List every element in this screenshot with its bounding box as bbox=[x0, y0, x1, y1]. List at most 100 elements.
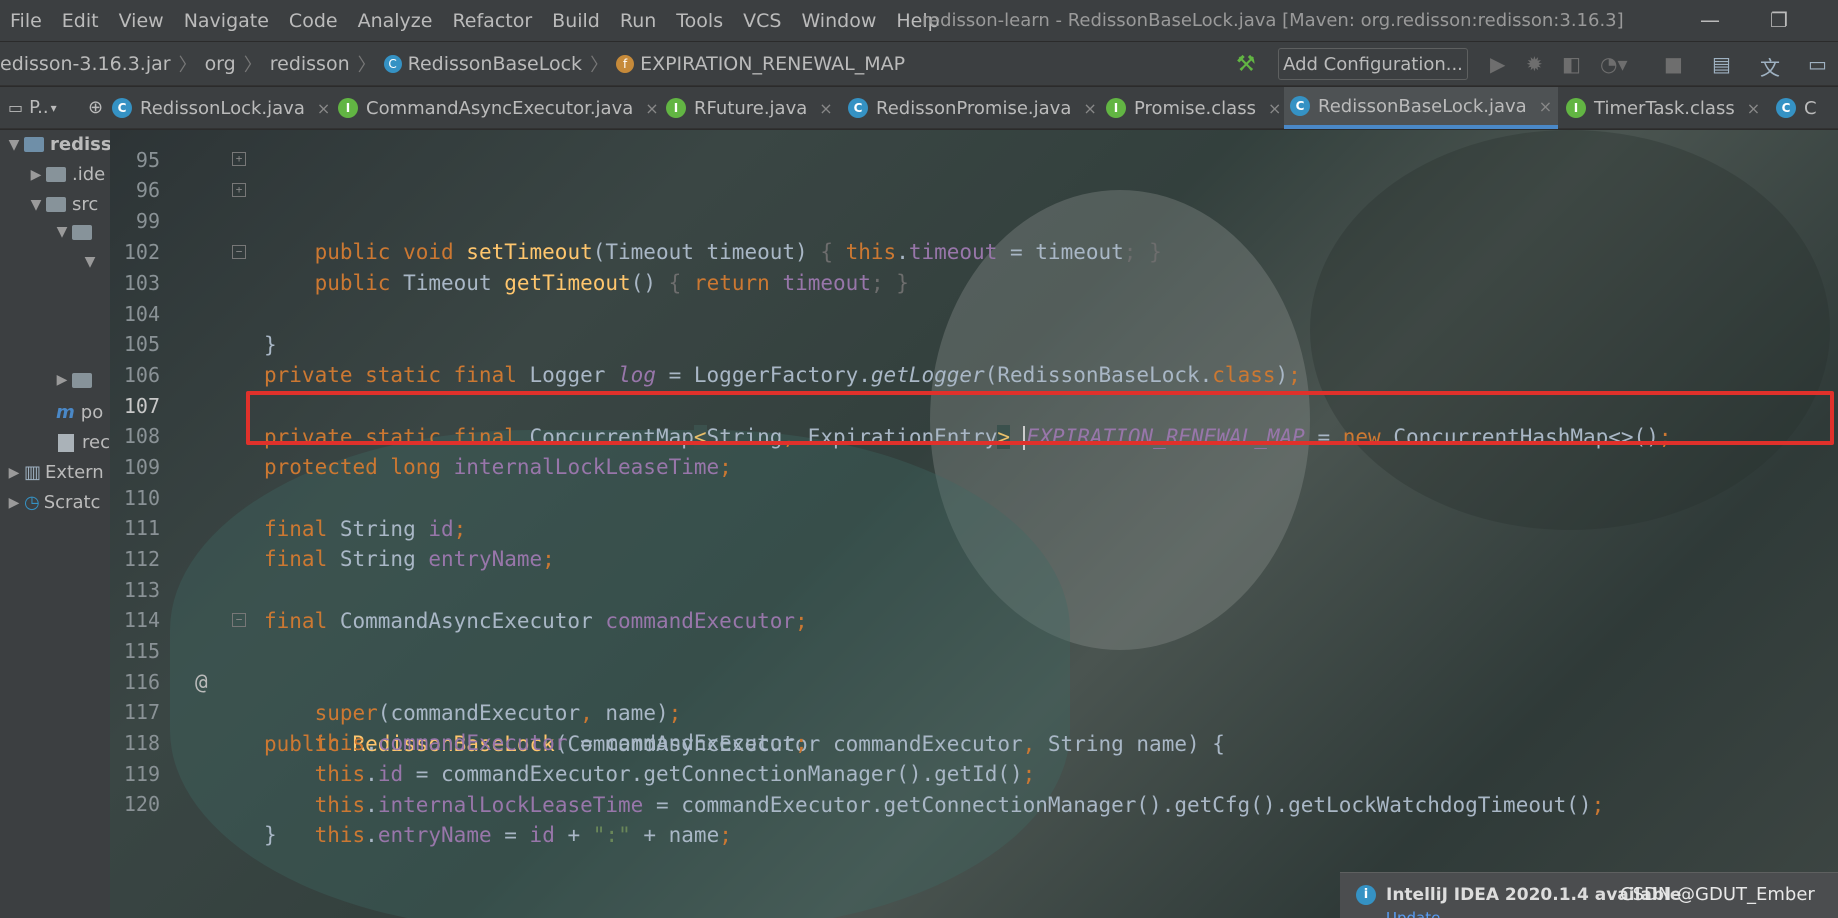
tree-item-pom[interactable]: m po bbox=[56, 402, 103, 423]
code-line[interactable]: 113 final CommandAsyncExecutor commandEx… bbox=[110, 544, 1838, 633]
tree-item-target[interactable]: ▶ bbox=[52, 372, 98, 388]
code-line[interactable]: 107 private static final ConcurrentMap<S… bbox=[110, 360, 1838, 450]
tree-item-src[interactable]: ▼ src bbox=[26, 194, 99, 215]
tree-item-java[interactable]: ▼ bbox=[80, 254, 100, 270]
fold-icon[interactable]: − bbox=[232, 613, 246, 627]
tree-item-rec[interactable]: rec bbox=[58, 432, 110, 453]
restore-icon[interactable]: ❐ bbox=[1770, 8, 1788, 32]
debug-icon[interactable]: ✹ bbox=[1526, 52, 1543, 76]
menu-refactor[interactable]: Refactor bbox=[442, 10, 542, 32]
chevron-right-icon: ▶ bbox=[8, 494, 20, 511]
search-everywhere-icon[interactable]: ▭ bbox=[1808, 52, 1827, 76]
menu-edit[interactable]: Edit bbox=[52, 10, 109, 32]
code-line[interactable]: 116 super(commandExecutor, name); bbox=[110, 636, 1838, 725]
breadcrumb-class[interactable]: C RedissonBaseLock bbox=[383, 52, 583, 75]
code-line[interactable]: 110 final String id; bbox=[110, 452, 1838, 541]
build-hammer-icon[interactable]: ⚒ bbox=[1236, 52, 1256, 77]
tree-item-main[interactable]: ▼ bbox=[52, 224, 98, 240]
code-line[interactable]: 119 this.internalLockLeaseTime = command… bbox=[110, 728, 1838, 817]
tab-timer-task[interactable]: I TimerTask.class × bbox=[1566, 87, 1760, 129]
minimize-icon[interactable]: — bbox=[1700, 8, 1720, 32]
menu-run[interactable]: Run bbox=[610, 10, 666, 32]
project-structure-icon[interactable]: ▤ bbox=[1712, 52, 1731, 76]
close-icon[interactable]: × bbox=[1539, 97, 1552, 116]
tab-promise-class[interactable]: I Promise.class × bbox=[1106, 87, 1281, 129]
code-line[interactable]: 120 this.entryName = id + ":" + name; bbox=[110, 758, 1838, 847]
code-line[interactable]: 106 bbox=[110, 329, 1838, 387]
tree-label: po bbox=[80, 402, 104, 423]
menu-window[interactable]: Window bbox=[791, 10, 886, 32]
code-editor[interactable]: 95 96 + public void setTimeout(Timeout t… bbox=[110, 130, 1838, 918]
chevron-down-icon: ▼ bbox=[8, 136, 20, 153]
folder-icon bbox=[72, 224, 92, 240]
breadcrumb-org[interactable]: org bbox=[205, 53, 236, 75]
close-icon[interactable]: × bbox=[1083, 99, 1096, 118]
breadcrumb-separator: 〉 bbox=[178, 54, 197, 76]
translate-icon[interactable]: 文 bbox=[1760, 52, 1780, 81]
code-line[interactable]: 99 + public Timeout getTimeout() { retur… bbox=[110, 175, 1838, 295]
menu-navigate[interactable]: Navigate bbox=[174, 10, 279, 32]
highlight-annotation-box bbox=[246, 391, 1834, 445]
menu-tools[interactable]: Tools bbox=[666, 10, 733, 32]
coverage-icon[interactable]: ◧ bbox=[1562, 52, 1581, 76]
scratch-icon: ◷ bbox=[24, 492, 40, 513]
menu-analyze[interactable]: Analyze bbox=[348, 10, 443, 32]
close-icon[interactable]: × bbox=[1268, 99, 1281, 118]
update-link[interactable]: Update... bbox=[1386, 909, 1455, 918]
menu-view[interactable]: View bbox=[109, 10, 174, 32]
tab-overflow[interactable]: C C bbox=[1776, 87, 1817, 129]
class-icon: C bbox=[112, 98, 132, 118]
locate-icon[interactable]: ⊕ bbox=[88, 97, 103, 118]
close-icon[interactable]: × bbox=[317, 99, 330, 118]
breadcrumb-field[interactable]: f EXPIRATION_RENEWAL_MAP bbox=[616, 53, 905, 75]
code-line[interactable]: 114 bbox=[110, 574, 1838, 632]
breadcrumb-redisson[interactable]: redisson bbox=[270, 53, 350, 75]
code-line[interactable]: 115 @ − public RedissonBaseLock(CommandA… bbox=[110, 605, 1838, 756]
tab-label: C bbox=[1804, 97, 1817, 119]
code-line[interactable]: 96 + public void setTimeout(Timeout time… bbox=[110, 144, 1838, 264]
breadcrumb-jar[interactable]: edisson-3.16.3.jar bbox=[0, 53, 171, 75]
close-icon[interactable]: × bbox=[819, 99, 832, 118]
breadcrumb-redisson-label: redisson bbox=[269, 52, 350, 75]
code-line[interactable]: 103 − } bbox=[110, 237, 1838, 357]
tab-label: Promise.class bbox=[1134, 97, 1256, 119]
tab-redisson-promise[interactable]: C RedissonPromise.java × bbox=[848, 87, 1097, 129]
code-line[interactable]: } bbox=[110, 789, 1838, 847]
add-configuration-button[interactable]: Add Configuration... bbox=[1278, 48, 1468, 80]
tree-item-idea[interactable]: ▶ .ide bbox=[26, 164, 106, 185]
code-line[interactable]: 112 bbox=[110, 513, 1838, 571]
profiler-icon[interactable]: ◔▾ bbox=[1600, 52, 1628, 76]
tree-item-external-libraries[interactable]: ▶ ▥ Extern bbox=[4, 462, 104, 483]
run-icon[interactable]: ▶ bbox=[1490, 52, 1505, 76]
close-icon[interactable]: × bbox=[645, 99, 658, 118]
menu-build[interactable]: Build bbox=[542, 10, 610, 32]
code-line[interactable]: 104 bbox=[110, 268, 1838, 326]
menu-vcs[interactable]: VCS bbox=[733, 10, 791, 32]
menu-file[interactable]: File bbox=[0, 10, 52, 32]
code-line[interactable]: 111 final String entryName; bbox=[110, 482, 1838, 571]
tab-redisson-base-lock[interactable]: C RedissonBaseLock.java × bbox=[1284, 87, 1559, 129]
tab-redisson-lock[interactable]: C RedissonLock.java × bbox=[112, 87, 330, 129]
fold-icon[interactable]: + bbox=[232, 152, 246, 166]
code-line[interactable]: 102 bbox=[110, 206, 1838, 264]
tab-label: CommandAsyncExecutor.java bbox=[366, 97, 634, 119]
close-icon[interactable]: × bbox=[1747, 99, 1760, 118]
fold-icon[interactable]: + bbox=[232, 183, 246, 197]
fold-icon[interactable]: − bbox=[232, 245, 246, 259]
class-icon: C bbox=[1776, 98, 1796, 118]
tab-command-async-executor[interactable]: I CommandAsyncExecutor.java × bbox=[338, 87, 659, 129]
tab-rfuture[interactable]: I RFuture.java × bbox=[666, 87, 833, 129]
breadcrumb-class-label: RedissonBaseLock bbox=[407, 52, 583, 75]
project-view-dropdown[interactable]: ▭ P.. ▾ bbox=[0, 97, 78, 118]
stop-icon[interactable]: ■ bbox=[1664, 52, 1683, 76]
code-line[interactable]: 95 bbox=[110, 130, 1838, 172]
code-line[interactable]: 117 this.commandExecutor = commandExecut… bbox=[110, 666, 1838, 755]
code-text: } bbox=[264, 823, 277, 847]
code-line[interactable]: 118 this.id = commandExecutor.getConnect… bbox=[110, 697, 1838, 786]
watermark: CSDN @GDUT_Ember bbox=[1620, 884, 1815, 905]
tree-item-root[interactable]: ▼ rediss bbox=[4, 134, 110, 155]
tab-label: RFuture.java bbox=[694, 97, 808, 119]
code-line[interactable]: 105 private static final Logger log = Lo… bbox=[110, 298, 1838, 387]
menu-code[interactable]: Code bbox=[279, 10, 348, 32]
tree-item-scratches[interactable]: ▶ ◷ Scratc bbox=[4, 492, 101, 513]
